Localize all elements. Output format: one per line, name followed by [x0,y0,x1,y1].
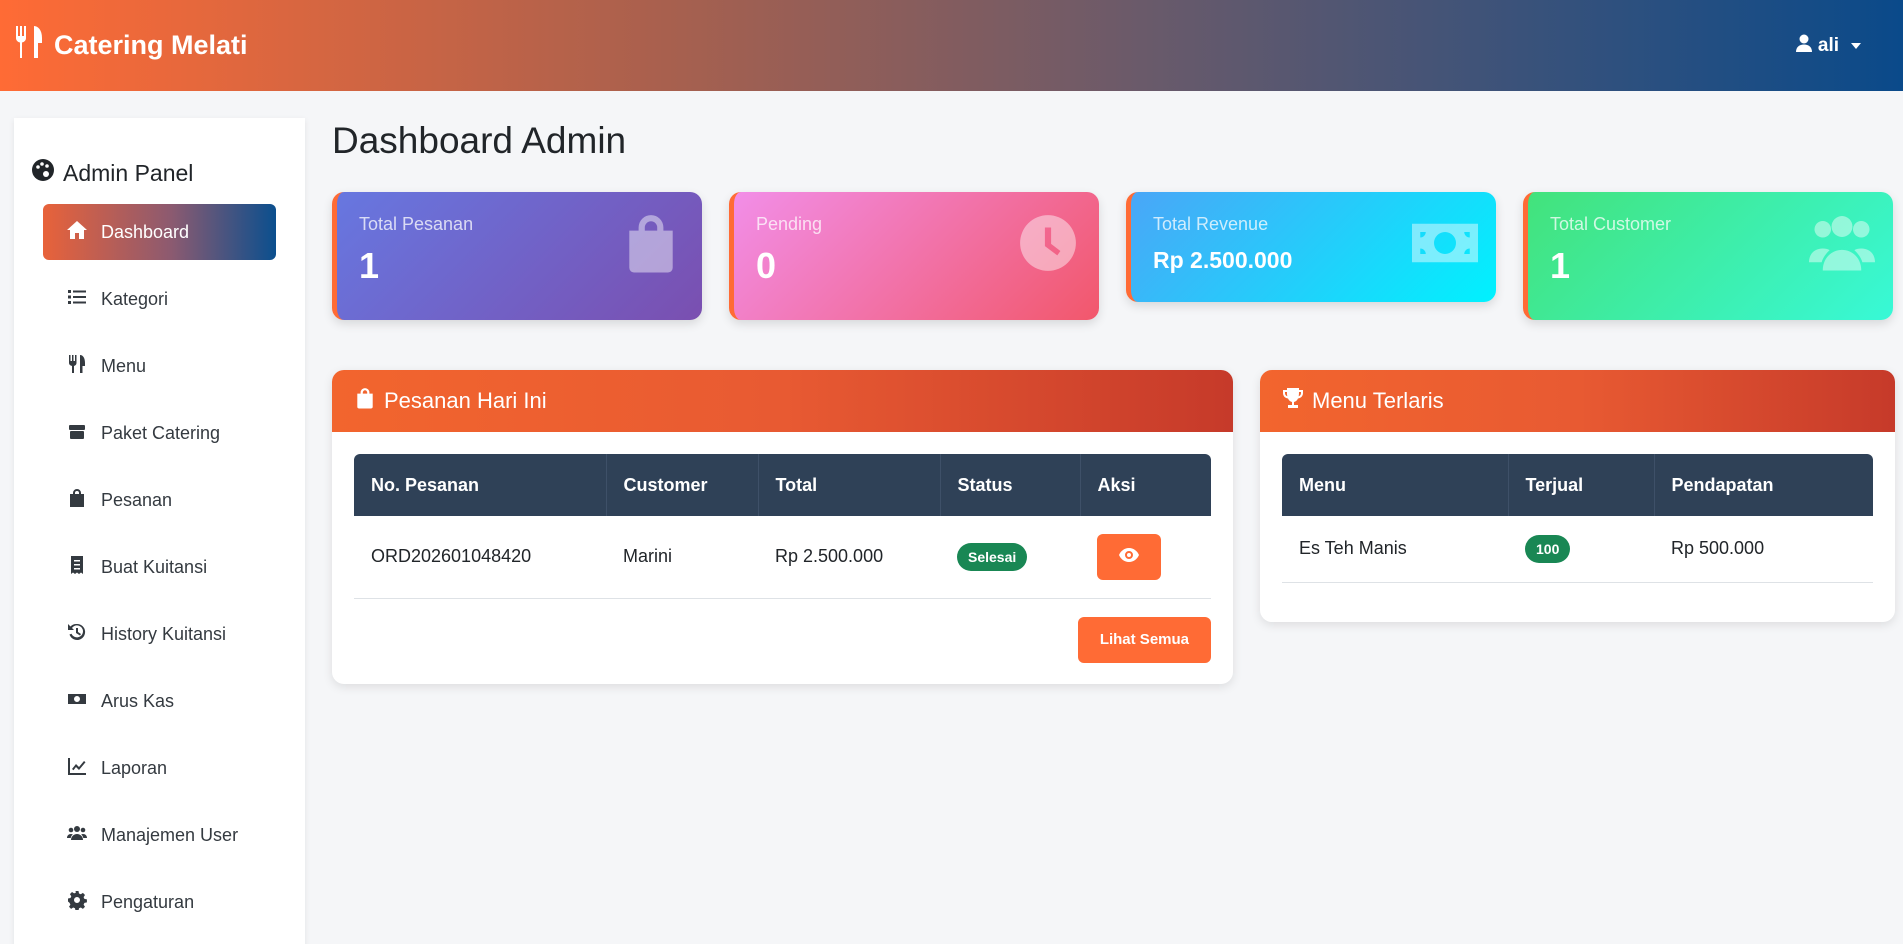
column-header: Menu [1282,454,1508,516]
sold-count-badge: 100 [1525,534,1571,563]
menu-sold-cell: 100 [1508,516,1654,583]
stats-row: Total Pesanan 1 Pending 0 Total Revenue … [332,192,1903,320]
eye-icon [1119,547,1139,566]
panel-header: Pesanan Hari Ini [332,370,1233,432]
history-icon [67,622,87,647]
orders-table: No. Pesanan Customer Total Status Aksi O… [354,454,1211,599]
panel-title: Pesanan Hari Ini [384,388,547,413]
sidebar-title: Admin Panel [14,158,305,188]
box-icon [67,421,87,446]
panel-body: No. Pesanan Customer Total Status Aksi O… [332,432,1233,684]
table-header-row: No. Pesanan Customer Total Status Aksi [354,454,1211,516]
sidebar-item-pesanan[interactable]: Pesanan [43,472,276,528]
stat-card-total-revenue: Total Revenue Rp 2.500.000 [1126,192,1496,302]
column-header: Status [939,454,1080,516]
order-total: Rp 2.500.000 [758,516,940,599]
users-icon [1809,212,1875,279]
menu-revenue: Rp 500.000 [1654,516,1873,583]
shopping-bag-icon [67,488,87,513]
main-content: Dashboard Admin Total Pesanan 1 Pending … [332,118,1903,684]
receipt-icon [67,555,87,580]
menu-name: Es Teh Manis [1282,516,1508,583]
clock-icon [1015,212,1081,279]
panel-body: Menu Terjual Pendapatan Es Teh Manis 100… [1260,432,1895,605]
view-order-button[interactable] [1097,533,1161,580]
sidebar-item-buat-kuitansi[interactable]: Buat Kuitansi [43,539,276,595]
top-navbar: Catering Melati ali [0,0,1903,91]
list-icon [67,287,87,312]
sidebar-item-manajemen-user[interactable]: Manajemen User [43,807,276,863]
gear-icon [67,890,87,915]
sidebar-item-history-kuitansi[interactable]: History Kuitansi [43,606,276,662]
order-number: ORD202601048420 [354,516,606,599]
money-icon [1412,212,1478,279]
orders-today-panel: Pesanan Hari Ini No. Pesanan Customer To… [332,370,1233,684]
column-header: Customer [605,454,758,516]
page-title: Dashboard Admin [332,120,627,161]
user-name: ali [1817,34,1839,56]
table-row: Es Teh Manis 100 Rp 500.000 [1282,516,1873,583]
sidebar-item-laporan[interactable]: Laporan [43,740,276,796]
brand-name: Catering Melati [54,30,248,60]
utensils-icon [67,354,87,379]
trophy-icon [1282,387,1304,415]
view-all-orders-button[interactable]: Lihat Semua [1077,616,1211,663]
sidebar: Admin Panel Dashboard Kategori Menu Pake… [14,118,305,944]
top-menu-panel: Menu Terlaris Menu Terjual Pendapatan Es… [1260,370,1895,622]
money-icon [67,689,87,714]
sidebar-item-menu[interactable]: Menu [43,338,276,394]
panel-header: Menu Terlaris [1260,370,1895,432]
stat-card-pending: Pending 0 [729,192,1099,320]
panels-row: Pesanan Hari Ini No. Pesanan Customer To… [332,370,1903,684]
sidebar-item-pengaturan[interactable]: Pengaturan [43,874,276,930]
order-status-cell: Selesai [940,516,1080,599]
stat-card-total-customer: Total Customer 1 [1523,192,1893,320]
column-header: Pendapatan [1653,454,1873,516]
sidebar-item-paket-catering[interactable]: Paket Catering [43,405,276,461]
order-action-cell [1080,516,1211,599]
status-badge: Selesai [957,542,1028,571]
user-icon [1795,34,1812,58]
sidebar-item-kategori[interactable]: Kategori [43,271,276,327]
top-menu-table: Menu Terjual Pendapatan Es Teh Manis 100… [1282,454,1873,583]
table-header-row: Menu Terjual Pendapatan [1282,454,1873,516]
column-header: Aksi [1079,454,1211,516]
table-row: ORD202601048420 Marini Rp 2.500.000 Sele… [354,516,1211,599]
chart-line-icon [67,756,87,781]
home-icon [67,220,87,245]
shopping-bag-icon [354,387,376,415]
panel-title: Menu Terlaris [1312,388,1444,413]
sidebar-item-arus-kas[interactable]: Arus Kas [43,673,276,729]
column-header: Total [757,454,940,516]
brand[interactable]: Catering Melati [14,25,248,66]
sidebar-item-dashboard[interactable]: Dashboard [43,204,276,260]
chevron-down-icon [1851,42,1861,49]
column-header: No. Pesanan [354,454,606,516]
utensils-icon [14,25,44,66]
column-header: Terjual [1507,454,1654,516]
user-dropdown[interactable]: ali [1795,34,1861,58]
users-icon [67,823,87,848]
stat-card-total-pesanan: Total Pesanan 1 [332,192,702,320]
palette-icon [31,158,55,188]
order-customer: Marini [606,516,758,599]
shopping-bag-icon [618,212,684,279]
